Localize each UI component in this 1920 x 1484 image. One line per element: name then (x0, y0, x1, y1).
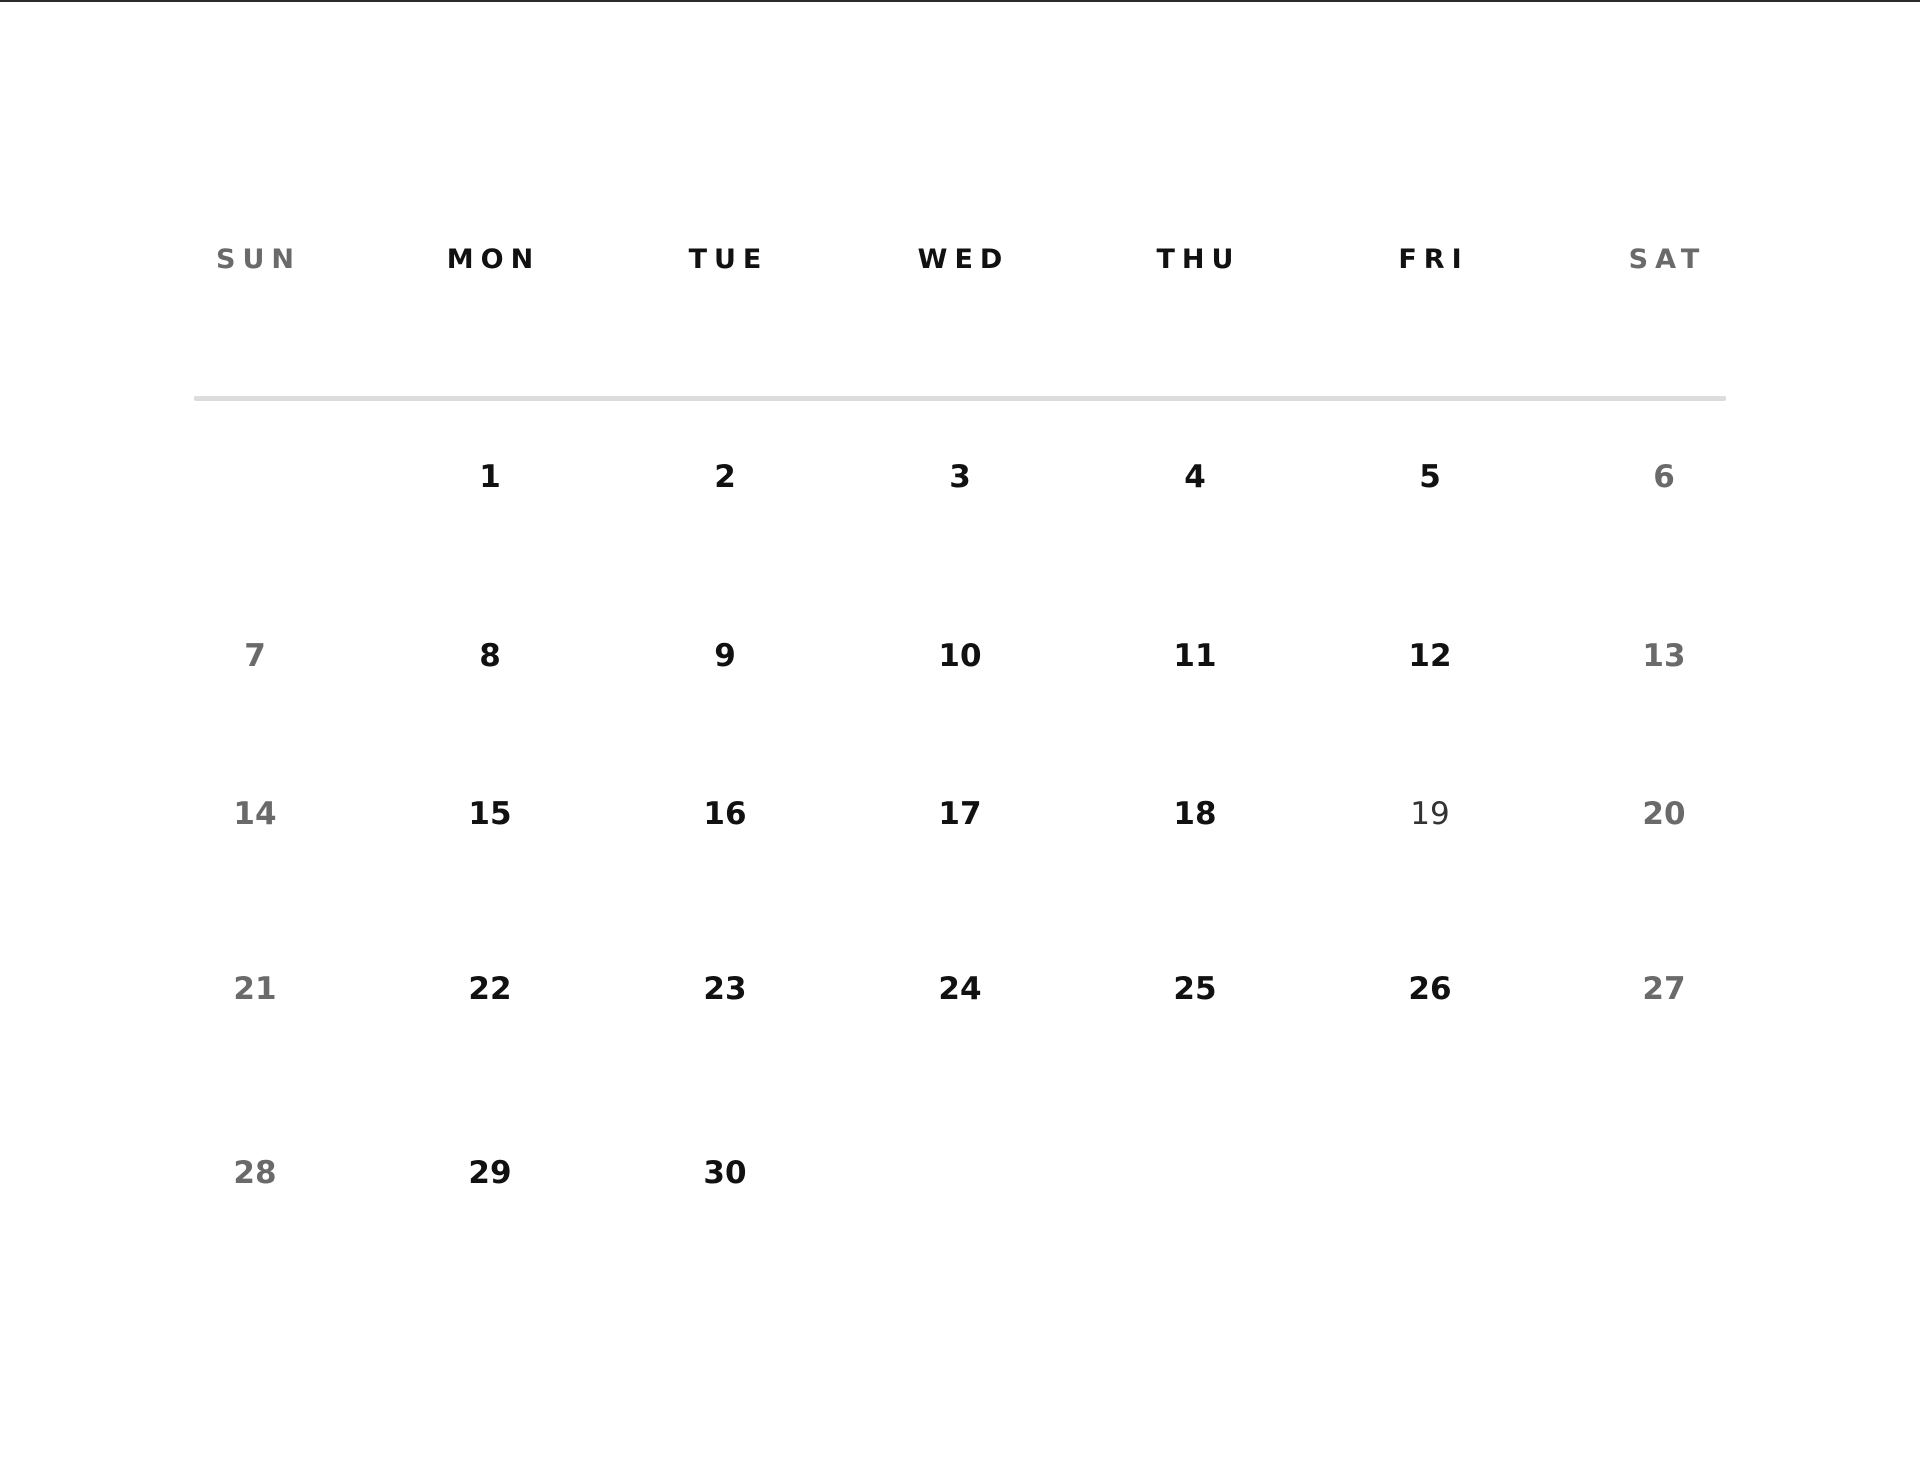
week-row-5: 28 29 30 (0, 1148, 1920, 1198)
day-cell: 5 (1419, 459, 1441, 495)
weekday-wed: WED (917, 244, 1010, 275)
day-cell: 13 (1642, 638, 1686, 674)
day-cell: 14 (233, 796, 277, 832)
day-cell: 1 (479, 459, 501, 495)
weekday-mon: MON (446, 244, 541, 275)
day-cell: 3 (949, 459, 971, 495)
day-cell: 6 (1653, 459, 1675, 495)
day-cell: 28 (233, 1155, 277, 1191)
day-cell: 23 (703, 971, 747, 1007)
day-cell: 11 (1173, 638, 1217, 674)
day-cell: 8 (479, 638, 501, 674)
week-row-2: 7 8 9 10 11 12 13 (0, 631, 1920, 681)
week-row-1: 1 2 3 4 5 6 (0, 452, 1920, 502)
day-cell: 24 (938, 971, 982, 1007)
weekday-header-row: SUN MON TUE WED THU FRI SAT (0, 238, 1920, 282)
day-cell: 29 (468, 1155, 512, 1191)
weekday-thu: THU (1156, 244, 1241, 275)
day-cell: 17 (938, 796, 982, 832)
day-cell: 7 (244, 638, 266, 674)
day-cell: 18 (1173, 796, 1217, 832)
day-cell: 26 (1408, 971, 1452, 1007)
day-cell: 2 (714, 459, 736, 495)
weekday-tue: TUE (688, 244, 769, 275)
day-cell: 27 (1642, 971, 1686, 1007)
header-divider (194, 396, 1726, 401)
day-cell: 12 (1408, 638, 1452, 674)
day-cell: 19 (1410, 796, 1450, 832)
weekday-sun: SUN (216, 244, 301, 275)
month-calendar: SUN MON TUE WED THU FRI SAT 1 2 3 4 5 6 … (0, 0, 1920, 1484)
day-cell: 20 (1642, 796, 1686, 832)
day-cell: 16 (703, 796, 747, 832)
day-cell: 22 (468, 971, 512, 1007)
day-cell: 30 (703, 1155, 747, 1191)
day-cell: 4 (1184, 459, 1206, 495)
day-cell: 10 (938, 638, 982, 674)
day-cell: 9 (714, 638, 736, 674)
week-row-3: 14 15 16 17 18 19 20 (0, 789, 1920, 839)
weekday-fri: FRI (1398, 244, 1469, 275)
day-cell: 21 (233, 971, 277, 1007)
day-cell: 25 (1173, 971, 1217, 1007)
weekday-sat: SAT (1628, 244, 1707, 275)
week-row-4: 21 22 23 24 25 26 27 (0, 964, 1920, 1014)
day-cell: 15 (468, 796, 512, 832)
